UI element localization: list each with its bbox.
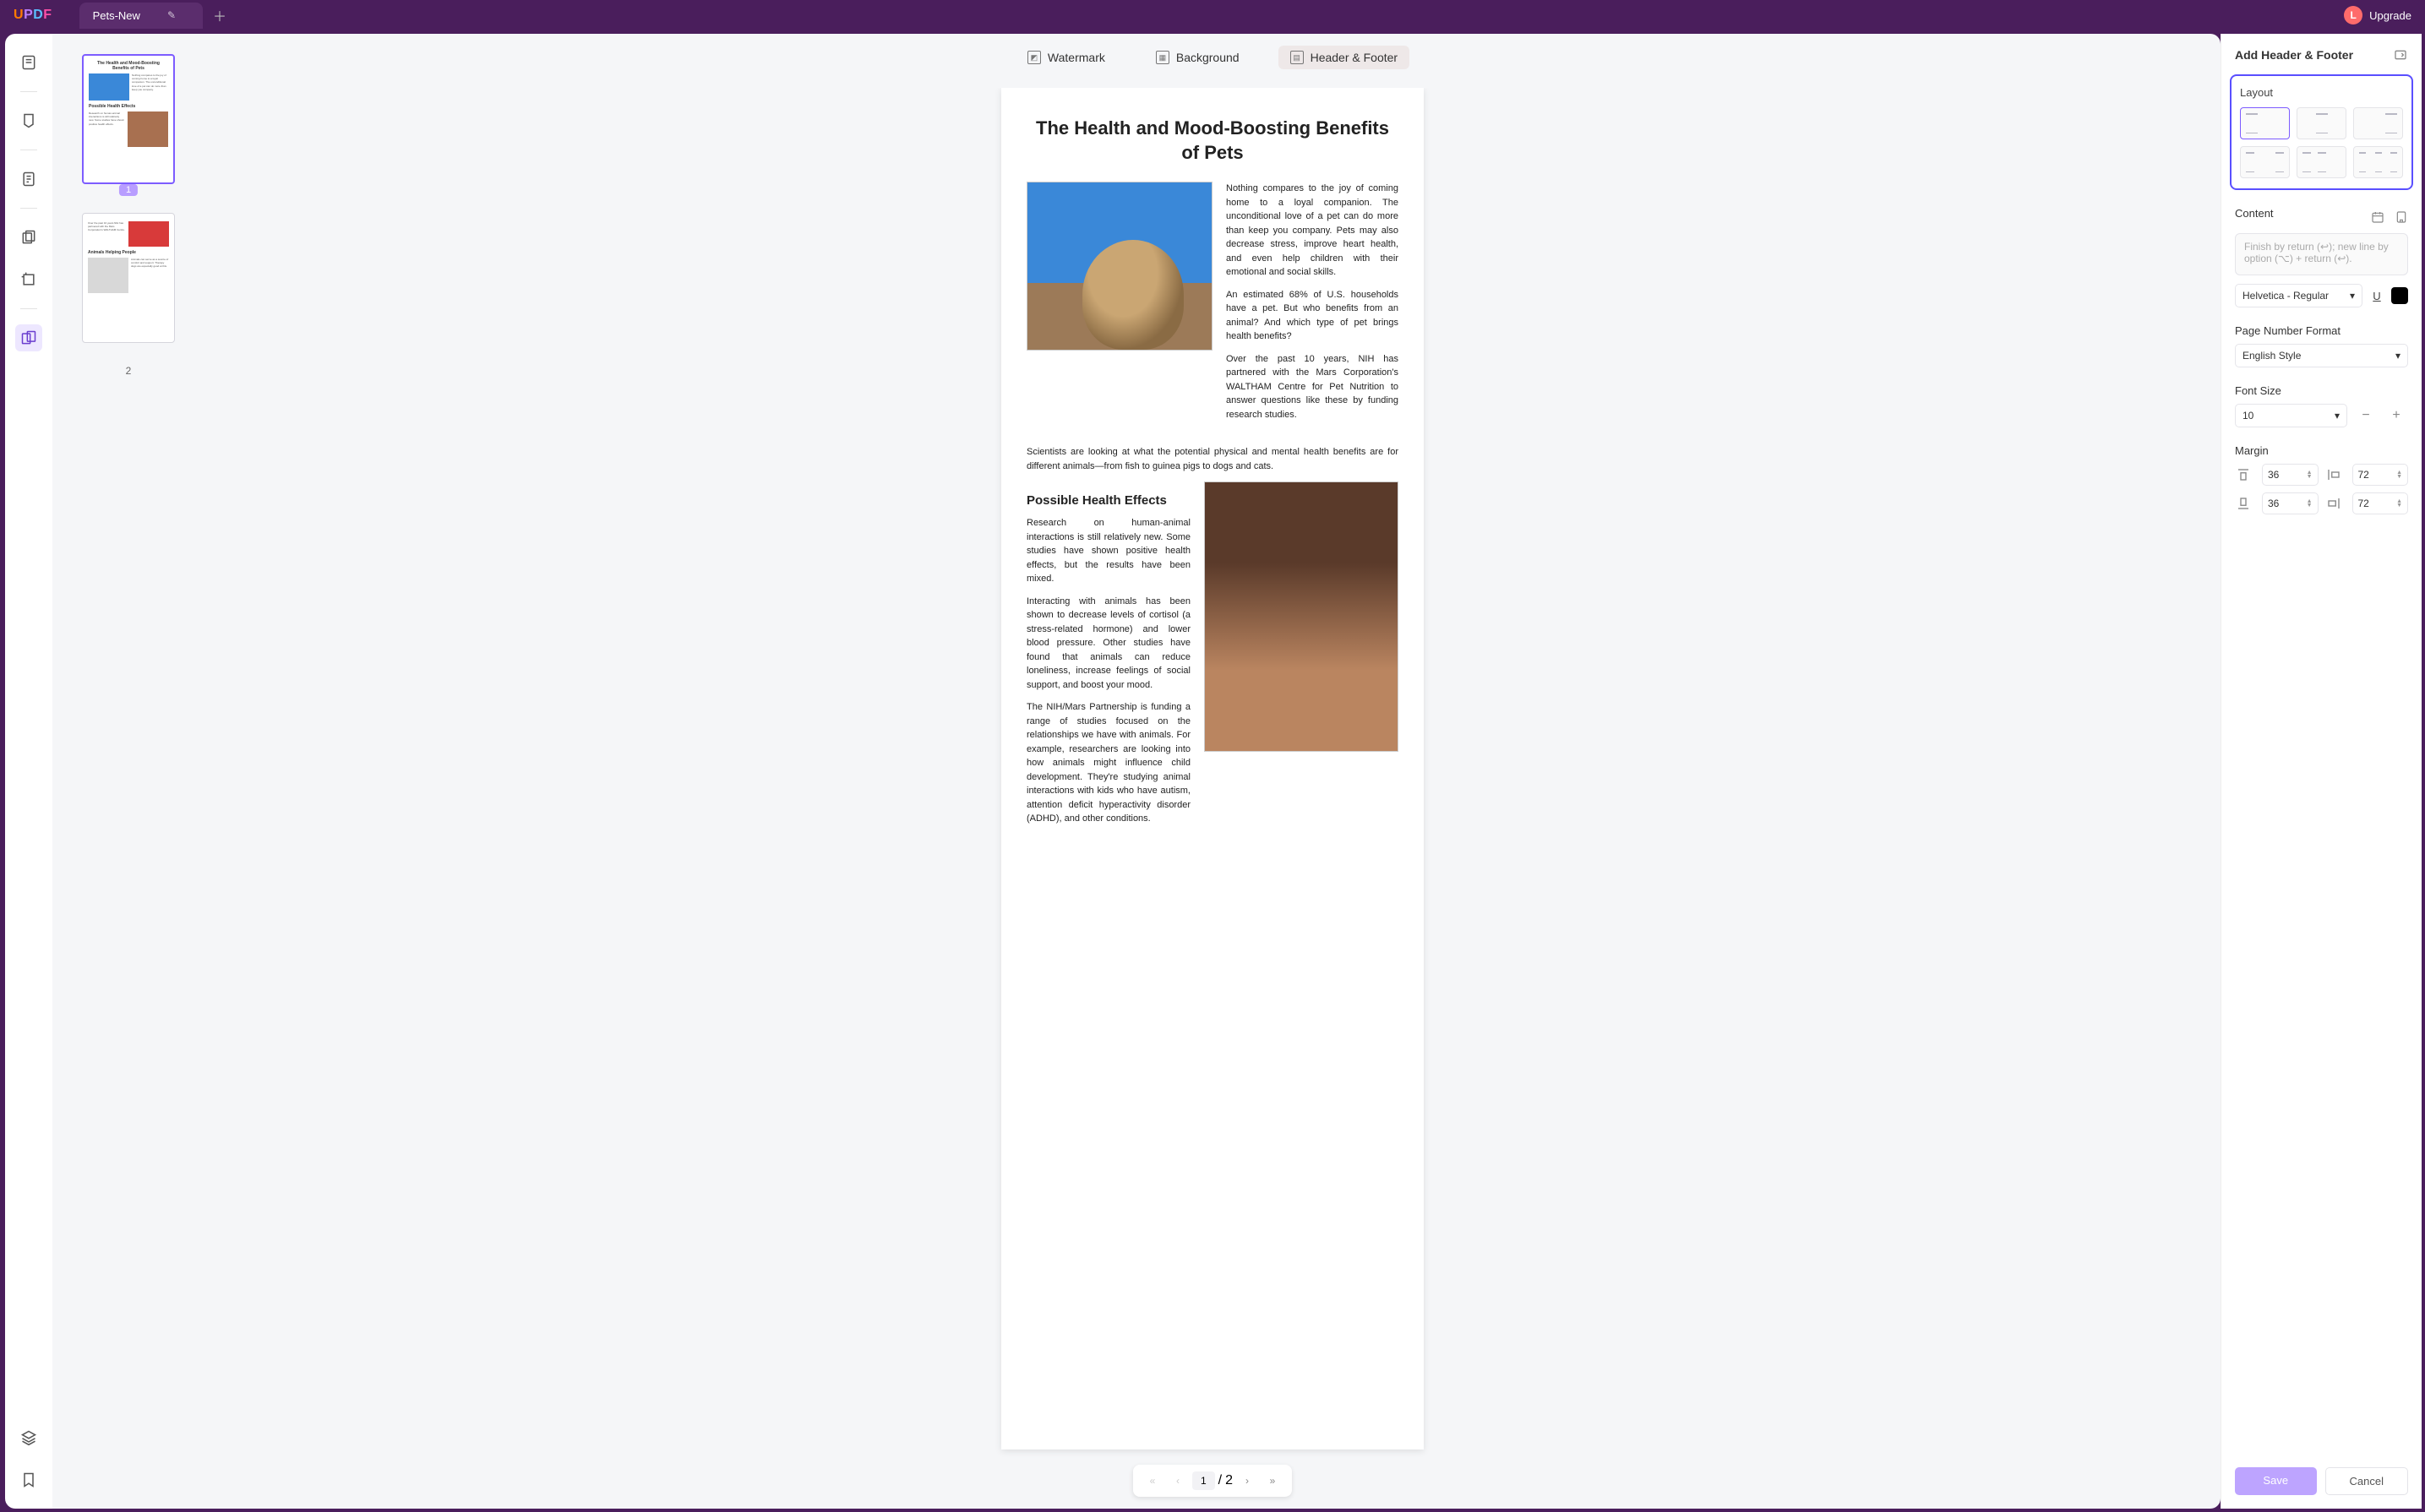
margin-top-icon — [2235, 466, 2252, 483]
page-canvas[interactable]: The Health and Mood-Boosting Benefits of… — [1001, 88, 1424, 1449]
tab-title: Pets-New — [93, 9, 140, 22]
page-number-format-dropdown[interactable]: English Style▾ — [2235, 344, 2408, 367]
margin-bottom-icon — [2235, 495, 2252, 512]
tool-layers-icon[interactable] — [15, 1424, 42, 1451]
save-button[interactable]: Save — [2235, 1467, 2317, 1495]
titlebar: UPDF Pets-New ✎ ＋ L Upgrade — [0, 0, 2425, 30]
thumbnail-panel: The Health and Mood-Boosting Benefits of… — [52, 34, 204, 1509]
margin-right-input[interactable]: 72▲▼ — [2352, 492, 2409, 514]
watermark-icon: ◩ — [1027, 51, 1041, 64]
layout-option-2[interactable] — [2297, 107, 2346, 139]
document-tab[interactable]: Pets-New ✎ — [79, 3, 203, 29]
chevron-down-icon: ▾ — [2395, 350, 2400, 362]
margin-top-input[interactable]: 36▲▼ — [2262, 464, 2319, 486]
chevron-down-icon: ▾ — [2350, 290, 2355, 302]
page-title: The Health and Mood-Boosting Benefits of… — [1027, 117, 1398, 165]
collapse-icon[interactable] — [2393, 47, 2408, 63]
tool-page-edit-icon[interactable] — [15, 324, 42, 351]
decrease-button[interactable]: − — [2354, 404, 2378, 427]
underline-button[interactable]: U — [2368, 286, 2386, 305]
margin-left-input[interactable]: 72▲▼ — [2352, 464, 2409, 486]
layout-option-3[interactable] — [2353, 107, 2403, 139]
tool-bookmark-icon[interactable] — [15, 1466, 42, 1493]
first-page-button[interactable]: « — [1142, 1470, 1163, 1492]
content-textarea[interactable]: Finish by return (↩); new line by option… — [2235, 233, 2408, 275]
left-toolbar — [5, 34, 52, 1509]
next-page-button[interactable]: › — [1236, 1470, 1258, 1492]
layout-option-1[interactable] — [2240, 107, 2290, 139]
tab-background[interactable]: ▦Background — [1144, 46, 1251, 69]
font-size-dropdown[interactable]: 10▾ — [2235, 404, 2347, 427]
tab-header-footer[interactable]: ▤Header & Footer — [1278, 46, 1410, 69]
last-page-button[interactable]: » — [1262, 1470, 1283, 1492]
increase-button[interactable]: + — [2384, 404, 2408, 427]
app-logo: UPDF — [14, 8, 52, 23]
tool-form-icon[interactable] — [15, 166, 42, 193]
page-navigator: « ‹ 1 / 2 › » — [1133, 1465, 1292, 1497]
right-panel: Add Header & Footer Layout Content — [2221, 34, 2422, 1509]
margin-left-icon — [2325, 466, 2342, 483]
tool-pages-icon[interactable] — [15, 224, 42, 251]
chevron-down-icon: ▾ — [2335, 410, 2340, 422]
background-icon: ▦ — [1156, 51, 1169, 64]
avatar[interactable]: L — [2344, 6, 2362, 24]
current-page[interactable]: 1 — [1192, 1471, 1215, 1490]
layout-section: Layout — [2230, 74, 2413, 190]
header-footer-icon: ▤ — [1290, 51, 1304, 64]
thumbnail-badge: 1 — [119, 184, 138, 196]
cat-image — [1027, 182, 1212, 351]
margin-right-icon — [2325, 495, 2342, 512]
thumbnail-1[interactable]: The Health and Mood-Boosting Benefits of… — [82, 54, 175, 184]
tool-crop-icon[interactable] — [15, 266, 42, 293]
upgrade-button[interactable]: Upgrade — [2369, 9, 2411, 22]
dog-cat-image — [1204, 481, 1398, 752]
thumbnail-2[interactable]: Over the past 10 years NIH has partnered… — [82, 213, 175, 343]
layout-option-4[interactable] — [2240, 146, 2290, 178]
content-label: Content — [2235, 207, 2274, 220]
panel-title: Add Header & Footer — [2235, 48, 2353, 62]
color-swatch[interactable] — [2391, 287, 2408, 304]
section-heading: Possible Health Effects — [1027, 493, 1191, 508]
tool-reader-icon[interactable] — [15, 49, 42, 76]
layout-option-5[interactable] — [2297, 146, 2346, 178]
margin-bottom-input[interactable]: 36▲▼ — [2262, 492, 2319, 514]
cancel-button[interactable]: Cancel — [2325, 1467, 2409, 1495]
new-tab-button[interactable]: ＋ — [213, 5, 226, 25]
layout-option-6[interactable] — [2353, 146, 2403, 178]
top-tabs: ◩Watermark ▦Background ▤Header & Footer — [204, 34, 2221, 88]
tab-watermark[interactable]: ◩Watermark — [1016, 46, 1117, 69]
font-dropdown[interactable]: Helvetica - Regular▾ — [2235, 284, 2362, 307]
pencil-icon[interactable]: ✎ — [167, 9, 176, 21]
tool-highlight-icon[interactable] — [15, 107, 42, 134]
date-icon[interactable] — [2371, 210, 2384, 224]
page-icon[interactable] — [2395, 210, 2408, 224]
prev-page-button[interactable]: ‹ — [1167, 1470, 1189, 1492]
total-pages: 2 — [1225, 1473, 1233, 1488]
thumbnail-2-number: 2 — [126, 365, 132, 377]
